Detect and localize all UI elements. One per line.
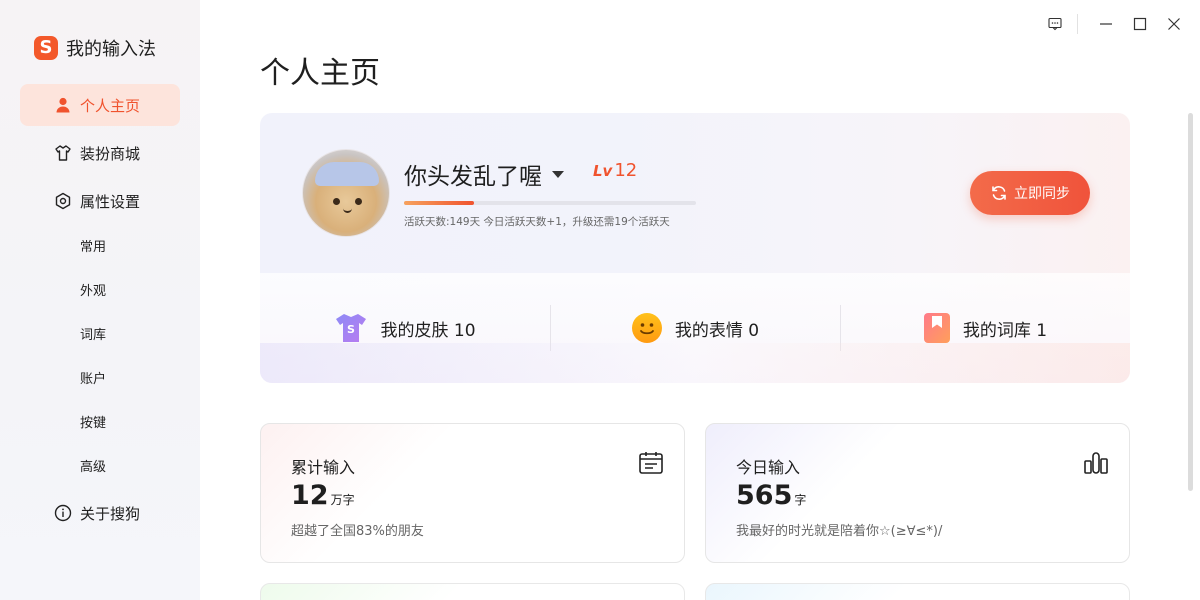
lower-card-right: [705, 583, 1130, 600]
feedback-button[interactable]: [1041, 12, 1069, 36]
username-text: 你头发乱了喔: [404, 164, 542, 190]
maximize-icon: [1133, 17, 1147, 31]
sidebar-item-profile[interactable]: 个人主页: [20, 84, 180, 126]
profile-card: 你头发乱了喔 Lv 12 活跃天数:149天 今日活跃天数+1，升级还需19个活…: [260, 113, 1130, 383]
stat-emojis[interactable]: 我的表情 0: [550, 273, 840, 383]
settings-sub-appearance[interactable]: 外观: [80, 280, 106, 299]
sidebar-item-settings[interactable]: 属性设置: [20, 180, 180, 222]
level-progress-bar: [404, 201, 696, 205]
message-icon: [1048, 17, 1062, 31]
maximize-button[interactable]: [1126, 12, 1154, 36]
svg-text:S: S: [348, 323, 356, 336]
progress-text: 活跃天数:149天 今日活跃天数+1，升级还需19个活跃天: [404, 216, 670, 228]
skin-icon: S: [336, 314, 367, 342]
sidebar-item-label: 装扮商城: [80, 144, 141, 163]
card-value: 565 字: [736, 480, 806, 511]
avatar[interactable]: [302, 149, 390, 237]
total-input-value: 12: [291, 480, 329, 511]
username[interactable]: 你头发乱了喔: [404, 157, 564, 191]
dictionary-icon: [923, 313, 950, 343]
settings-sub-account[interactable]: 账户: [80, 368, 106, 387]
sidebar-item-label: 属性设置: [80, 192, 141, 211]
user-icon: [56, 97, 70, 113]
brand: S 我的输入法: [34, 34, 156, 62]
sidebar-item-label: 个人主页: [80, 96, 141, 115]
page-title: 个人主页: [260, 56, 380, 91]
caret-down-icon[interactable]: [552, 170, 564, 178]
sidebar-item-about[interactable]: 关于搜狗: [20, 492, 180, 534]
today-input-value: 565: [736, 480, 793, 511]
stat-label: 我的词库 1: [962, 320, 1048, 341]
sync-icon: [992, 186, 1006, 200]
settings-sub-advanced[interactable]: 高级: [80, 456, 106, 475]
sidebar-item-label: 关于搜狗: [80, 504, 141, 523]
like-icon[interactable]: [1083, 450, 1109, 476]
window-controls: [1035, 12, 1188, 36]
profile-stats: S 我的皮肤 10 我的表情 0 我的词库 1: [260, 273, 1130, 383]
info-icon: [54, 504, 72, 522]
card-value: 12 万字: [291, 480, 355, 511]
close-icon: [1168, 18, 1180, 30]
profile-header: 你头发乱了喔 Lv 12 活跃天数:149天 今日活跃天数+1，升级还需19个活…: [260, 113, 1130, 273]
tshirt-icon: [55, 145, 71, 161]
divider: [1077, 14, 1078, 34]
sogou-logo-icon: S: [34, 36, 58, 60]
total-input-card: 累计输入 12 万字 超越了全国83%的朋友: [260, 423, 685, 563]
sync-button[interactable]: 立即同步: [970, 171, 1090, 215]
settings-icon: [55, 192, 71, 210]
total-input-unit: 万字: [330, 493, 355, 507]
card-title: 累计输入: [291, 458, 356, 477]
stat-dictionaries[interactable]: 我的词库 1: [840, 273, 1130, 383]
settings-sub-keys[interactable]: 按键: [80, 412, 106, 431]
sync-label: 立即同步: [1014, 186, 1070, 202]
card-note: 超越了全国83%的朋友: [291, 524, 424, 539]
scrollbar[interactable]: [1188, 113, 1193, 491]
sidebar-item-shop[interactable]: 装扮商城: [20, 132, 180, 174]
sidebar: S 我的输入法 个人主页 装扮商城 属性设置 常用 外观 词库 账户 按键 高级…: [0, 0, 200, 600]
emoji-icon: [631, 313, 662, 343]
app-title: 我的输入法: [66, 39, 156, 60]
today-input-card: 今日输入 565 字 我最好的时光就是陪着你☆(≥∀≤*)/: [705, 423, 1130, 563]
level-number: 12: [614, 160, 638, 181]
lower-card-left: [260, 583, 685, 600]
stat-label: 我的皮肤 10: [380, 320, 476, 341]
minimize-button[interactable]: [1092, 12, 1120, 36]
stat-skins[interactable]: S 我的皮肤 10: [260, 273, 550, 383]
settings-sub-common[interactable]: 常用: [80, 236, 106, 255]
level-badge: Lv 12: [593, 160, 637, 181]
card-title: 今日输入: [736, 458, 801, 477]
close-button[interactable]: [1160, 12, 1188, 36]
calendar-icon[interactable]: [638, 450, 664, 476]
today-input-unit: 字: [794, 493, 807, 507]
settings-sub-dictionary[interactable]: 词库: [80, 324, 106, 343]
stat-label: 我的表情 0: [674, 320, 760, 341]
minimize-icon: [1100, 23, 1112, 25]
level-progress-fill: [404, 201, 475, 205]
level-prefix: Lv: [593, 162, 613, 180]
card-note: 我最好的时光就是陪着你☆(≥∀≤*)/: [736, 524, 943, 539]
